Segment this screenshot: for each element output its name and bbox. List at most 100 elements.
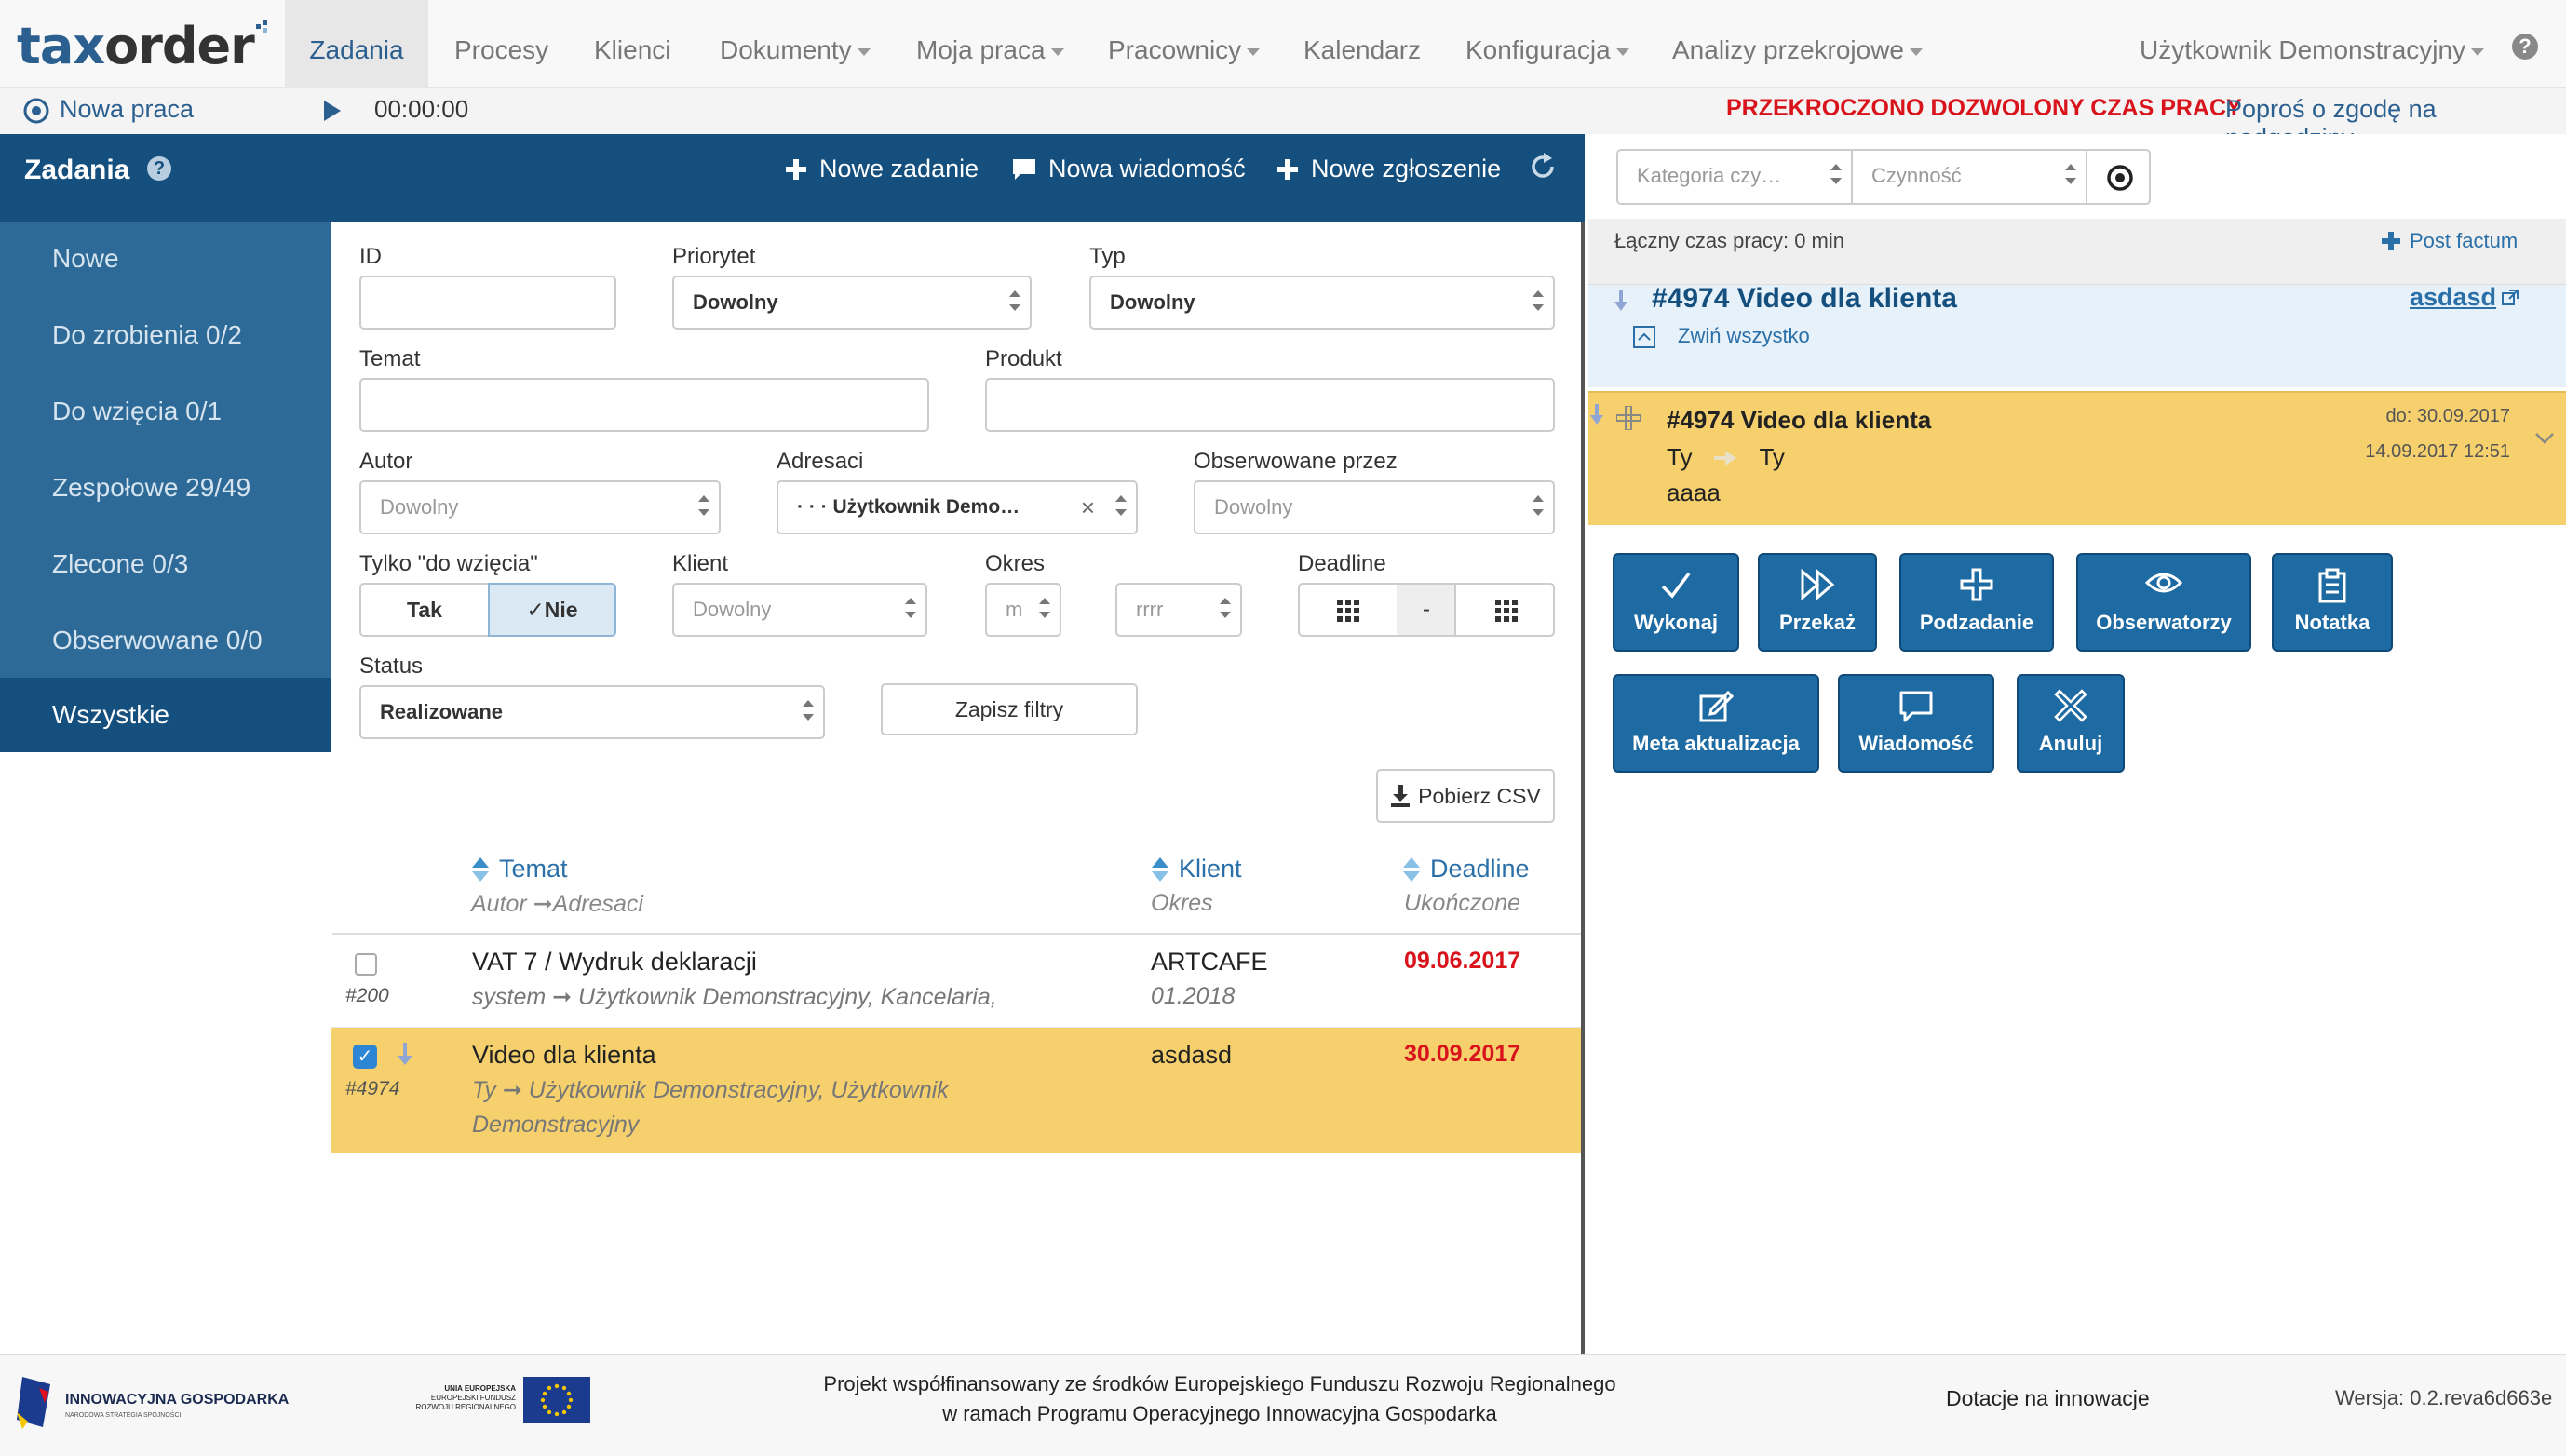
- category-select[interactable]: Kategoria czy…: [1616, 149, 1853, 205]
- chevron-down-icon: [1247, 47, 1261, 56]
- table-row[interactable]: #200 VAT 7 / Wydruk deklaracji system ➞ …: [331, 935, 1581, 1028]
- project-info: Projekt współfinansowany ze środków Euro…: [823, 1372, 1616, 1425]
- sidebar-item-zlecone[interactable]: Zlecone 0/3: [0, 527, 331, 601]
- deadline-to-calendar[interactable]: [1454, 583, 1555, 637]
- only-take-yes-button[interactable]: Tak: [359, 583, 490, 637]
- action-notatka-button[interactable]: Notatka: [2272, 553, 2393, 652]
- version-text: Wersja: 0.2.reva6d663e: [2335, 1386, 2553, 1409]
- priority-select[interactable]: Dowolny: [672, 276, 1032, 330]
- row-subject[interactable]: Video dla klienta: [472, 1041, 656, 1070]
- nav-pracownicy[interactable]: Pracownicy: [1108, 0, 1261, 88]
- new-report-button[interactable]: Nowe zgłoszenie: [1276, 155, 1501, 183]
- nav-zadania[interactable]: Zadania: [285, 0, 428, 88]
- select-arrows-icon: [905, 594, 916, 622]
- nav-dokumenty[interactable]: Dokumenty: [720, 0, 871, 88]
- observed-select[interactable]: Dowolny: [1194, 480, 1555, 534]
- collapse-all-link[interactable]: Zwiń wszystko: [1678, 324, 1810, 348]
- chevron-down-icon: [857, 47, 871, 56]
- nav-moja-praca[interactable]: Moja praca: [916, 0, 1064, 88]
- plus-icon: [786, 158, 806, 180]
- action-wiadomosc-button[interactable]: Wiadomość: [1838, 674, 1994, 773]
- row-checkbox-checked[interactable]: ✓: [353, 1045, 377, 1069]
- status-label: Status: [359, 654, 424, 679]
- type-select[interactable]: Dowolny: [1089, 276, 1555, 330]
- row-client: ARTCAFE: [1151, 948, 1268, 976]
- deadline-from-calendar[interactable]: [1298, 583, 1398, 637]
- period-month-select[interactable]: m: [985, 583, 1061, 637]
- sidebar-item-do-zrobienia[interactable]: Do zrobienia 0/2: [0, 298, 331, 372]
- play-icon[interactable]: [322, 99, 343, 123]
- help-icon[interactable]: ?: [147, 156, 171, 181]
- select-arrows-icon: [2065, 160, 2076, 188]
- id-input[interactable]: [359, 276, 616, 330]
- client-select[interactable]: Dowolny: [672, 583, 927, 637]
- nav-analizy[interactable]: Analizy przekrojowe: [1672, 0, 1923, 88]
- action-podzadanie-button[interactable]: Podzadanie: [1899, 553, 2054, 652]
- row-people: system ➞ Użytkownik Demonstracyjny, Kanc…: [472, 984, 997, 1010]
- user-menu[interactable]: Użytkownik Demonstracyjny: [2140, 0, 2485, 88]
- overtime-warning: PRZEKROCZONO DOZWOLONY CZAS PRACY: [1726, 95, 2242, 121]
- nav-procesy[interactable]: Procesy: [454, 0, 548, 88]
- id-label: ID: [359, 244, 382, 269]
- action-obserwatorzy-button[interactable]: Obserwatorzy: [2076, 553, 2251, 652]
- subject-input[interactable]: [359, 378, 929, 432]
- chevron-down-icon: [1615, 47, 1629, 56]
- move-icon[interactable]: [1616, 406, 1641, 430]
- sort-client-header[interactable]: Klient: [1151, 855, 1242, 883]
- product-input[interactable]: [985, 378, 1555, 432]
- taxorder-logo[interactable]: tax order: [17, 20, 275, 73]
- tasks-title: Zadania: [24, 155, 130, 185]
- select-arrows-icon: [1533, 287, 1544, 315]
- eu-flag-icon: [523, 1377, 590, 1423]
- new-task-button[interactable]: Nowe zadanie: [784, 155, 979, 183]
- clear-icon[interactable]: ×: [1081, 482, 1095, 533]
- row-checkbox[interactable]: [355, 953, 377, 976]
- nav-kalendarz[interactable]: Kalendarz: [1303, 0, 1421, 88]
- period-year-select[interactable]: rrrr: [1115, 583, 1242, 637]
- row-id: #200: [345, 985, 389, 1006]
- new-message-button[interactable]: Nowa wiadomość: [1011, 155, 1246, 183]
- status-select[interactable]: Realizowane: [359, 685, 825, 739]
- nav-klienci[interactable]: Klienci: [594, 0, 670, 88]
- row-subject[interactable]: VAT 7 / Wydruk deklaracji: [472, 948, 757, 977]
- plus-icon: [1277, 158, 1298, 180]
- task-client-link[interactable]: asdasd: [2410, 283, 2519, 312]
- sort-icon: [1403, 856, 1420, 882]
- sort-deadline-header[interactable]: Deadline: [1402, 855, 1530, 883]
- chevron-down-icon: [2471, 47, 2485, 56]
- author-select[interactable]: Dowolny: [359, 480, 721, 534]
- new-work-link[interactable]: Nowa praca: [60, 95, 194, 124]
- sidebar-item-nowe[interactable]: Nowe: [0, 222, 331, 296]
- sort-subject-header[interactable]: Temat: [471, 855, 568, 883]
- save-filters-button[interactable]: Zapisz filtry: [881, 683, 1138, 735]
- priority-label: Priorytet: [672, 244, 756, 269]
- refresh-icon[interactable]: [1529, 153, 1557, 181]
- action-przekaz-button[interactable]: Przekaż: [1758, 553, 1877, 652]
- table-row-selected[interactable]: ✓ #4974 Video dla klienta Ty ➞ Użytkowni…: [331, 1028, 1581, 1153]
- activity-select[interactable]: Czynność: [1851, 149, 2087, 205]
- start-activity-button[interactable]: [2086, 149, 2151, 205]
- innowacyjna-gospodarka-logo: INNOWACYJNA GOSPODARKA NARODOWA STRATEGI…: [13, 1371, 292, 1436]
- arrow-down-icon: [1590, 404, 1603, 425]
- target-icon[interactable]: [22, 97, 50, 125]
- action-meta-aktualizacja-button[interactable]: Meta aktualizacja: [1613, 674, 1819, 773]
- task-card[interactable]: #4974 Video dla klienta Ty Ty aaaa do: 3…: [1588, 391, 2566, 525]
- help-icon[interactable]: ?: [2512, 34, 2538, 60]
- target-icon: [2107, 165, 2133, 191]
- chevron-down-icon[interactable]: [2534, 432, 2555, 445]
- sidebar-item-zespolowe[interactable]: Zespołowe 29/49: [0, 451, 331, 525]
- forward-icon: [1801, 568, 1835, 601]
- sidebar-item-wszystkie[interactable]: Wszystkie: [0, 678, 331, 752]
- collapse-icon[interactable]: [1633, 326, 1655, 348]
- action-wykonaj-button[interactable]: Wykonaj: [1613, 553, 1739, 652]
- action-anuluj-button[interactable]: Anuluj: [2017, 674, 2125, 773]
- only-take-no-button[interactable]: ✓Nie: [488, 583, 616, 637]
- recipients-select[interactable]: · · · Użytkownik Demo… ×: [777, 480, 1138, 534]
- edit-icon: [1699, 690, 1734, 722]
- nav-konfiguracja[interactable]: Konfiguracja: [1465, 0, 1629, 88]
- sidebar-item-obserwowane[interactable]: Obserwowane 0/0: [0, 603, 331, 678]
- sidebar-item-do-wziecia[interactable]: Do wzięcia 0/1: [0, 374, 331, 449]
- post-factum-button[interactable]: Post factum: [2382, 229, 2518, 253]
- download-csv-button[interactable]: Pobierz CSV: [1376, 769, 1555, 823]
- task-sidebar: Nowe Do zrobienia 0/2 Do wzięcia 0/1 Zes…: [0, 222, 331, 752]
